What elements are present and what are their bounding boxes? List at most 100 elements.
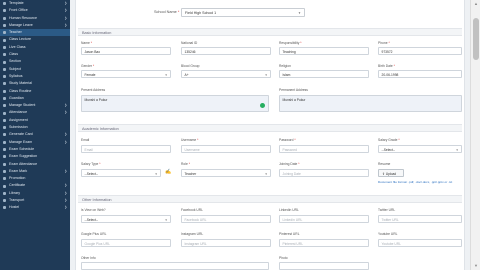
sidebar-item-class-lecture[interactable]: Class Lecture <box>0 36 70 43</box>
sidebar-item-label: Exam Mark <box>9 168 28 173</box>
birth-date-label: Birth Date * <box>378 64 395 68</box>
salary-type-select[interactable]: --Select-- ▼ <box>81 169 161 177</box>
menu-item-icon <box>3 82 6 86</box>
username-input[interactable]: Username <box>181 145 271 153</box>
menu-item-icon <box>3 191 6 195</box>
sidebar-item-class[interactable]: Class <box>0 51 70 58</box>
sidebar-item-attendance[interactable]: Attendance ❯ <box>0 109 70 116</box>
blood-group-select[interactable]: A+ ▼ <box>181 70 271 78</box>
facebook-url-input[interactable]: Facebook URL <box>181 215 271 223</box>
sidebar-item-generate-card[interactable]: Generate Card ❯ <box>0 131 70 138</box>
password-input[interactable]: Password <box>279 145 369 153</box>
menu-item-icon <box>3 169 6 173</box>
sidebar-item-label: Class Lecture <box>9 37 31 42</box>
email-label: Email <box>81 138 90 142</box>
sidebar-item-exam-mark[interactable]: Exam Mark ❯ <box>0 168 70 175</box>
sidebar-item-label: Human Resource <box>9 15 37 20</box>
sidebar-item-label: Assignment <box>9 117 28 122</box>
photo-upload-field[interactable] <box>279 262 369 270</box>
national-id-input[interactable]: 135246 <box>181 47 271 55</box>
scrollbar-thumb[interactable] <box>473 18 479 60</box>
instagram-url-input[interactable]: Instagram URL <box>181 239 271 247</box>
scroll-up-icon[interactable]: ▲ <box>473 1 479 7</box>
password-placeholder: Password <box>282 148 297 153</box>
sidebar-item-label: Promotion <box>9 176 26 181</box>
page-scrollbar[interactable]: ▲ ▼ <box>470 0 480 270</box>
grammar-check-icon[interactable] <box>260 103 265 108</box>
sidebar-item-exam-attendance[interactable]: Exam Attendance <box>0 161 70 168</box>
sidebar-item-section[interactable]: Section <box>0 58 70 65</box>
sidebar-item-study-material[interactable]: Study Material <box>0 80 70 87</box>
salary-grade-select[interactable]: --Select-- ▼ <box>378 145 462 153</box>
sidebar-item-label: Manage Student <box>9 103 36 108</box>
sidebar-item-human-resource[interactable]: Human Resource ❯ <box>0 15 70 22</box>
username-placeholder: Username <box>184 148 200 153</box>
permanent-address-textarea[interactable]: Munshi a Pukur <box>279 95 462 112</box>
sidebar-item-label: Syllabus <box>9 73 23 78</box>
religion-input[interactable]: Islam <box>279 70 369 78</box>
is-view-web-select[interactable]: --Select-- ▼ <box>81 215 171 223</box>
gender-select[interactable]: Female ▼ <box>81 70 171 78</box>
sidebar-item-library[interactable]: Library ❯ <box>0 190 70 197</box>
chevron-right-icon: ❯ <box>64 103 67 108</box>
sidebar-item-manage-student[interactable]: Manage Student ❯ <box>0 102 70 109</box>
sidebar-item-manage-exam[interactable]: Manage Exam ❯ <box>0 139 70 146</box>
chevron-down-icon: ▼ <box>455 148 459 152</box>
email-input[interactable]: Email <box>81 145 171 153</box>
sidebar-item-subject[interactable]: Subject <box>0 66 70 73</box>
sidebar-item-label: Exam Suggestion <box>9 154 38 159</box>
sidebar-item-exam-suggestion[interactable]: Exam Suggestion <box>0 153 70 160</box>
resume-format-hint: Document file format: .pdf, .doc/.docx, … <box>378 180 453 184</box>
sidebar-item-guardian[interactable]: Guardian <box>0 95 70 102</box>
google-plus-url-input[interactable]: Google Plus URL <box>81 239 171 247</box>
youtube-url-input[interactable]: Youtube URL <box>378 239 462 247</box>
birth-date-input[interactable]: 20-06-1998 <box>378 70 462 78</box>
present-address-label: Present Address <box>81 88 106 92</box>
school-name-select[interactable]: Field High School 1 ▼ <box>181 7 305 17</box>
name-label-text: Name <box>81 41 90 45</box>
sidebar-item-syllabus[interactable]: Syllabus <box>0 73 70 80</box>
sidebar-item-submission[interactable]: Submission <box>0 124 70 131</box>
youtube-url-placeholder: Youtube URL <box>381 242 402 247</box>
sidebar-item-hostel[interactable]: Hostel ❯ <box>0 204 70 211</box>
menu-item-icon <box>3 155 6 159</box>
facebook-url-label: Facebook URL <box>181 208 203 212</box>
sidebar-item-class-routine[interactable]: Class Routine <box>0 88 70 95</box>
sidebar-item-live-class[interactable]: Live Class <box>0 44 70 51</box>
sidebar-item-assignment[interactable]: Assignment <box>0 117 70 124</box>
linkedin-url-input[interactable]: Linkedin URL <box>279 215 369 223</box>
name-input[interactable]: Jason Bao <box>81 47 171 55</box>
menu-item-icon <box>3 162 6 166</box>
sidebar-item-template[interactable]: Template ❯ <box>0 0 70 7</box>
other-information-header: Other Information <box>78 195 462 203</box>
sidebar-item-teacher[interactable]: Teacher <box>0 29 70 37</box>
menu-item-icon <box>3 184 6 188</box>
menu-item-icon <box>3 31 6 35</box>
phone-input[interactable]: 973572 <box>378 47 462 55</box>
google-plus-url-placeholder: Google Plus URL <box>84 242 110 247</box>
role-select[interactable]: Teacher ▼ <box>181 169 271 177</box>
sidebar-item-exam-schedule[interactable]: Exam Schedule <box>0 146 70 153</box>
sidebar-item-certificate[interactable]: Certificate ❯ <box>0 182 70 189</box>
sidebar-item-transport[interactable]: Transport ❯ <box>0 197 70 204</box>
basic-information-header: Basic Information <box>78 28 462 36</box>
sidebar-item-promotion[interactable]: Promotion <box>0 175 70 182</box>
other-info-textarea[interactable] <box>81 262 269 270</box>
responsibility-input[interactable]: Teaching <box>279 47 369 55</box>
salary-grade-value: --Select-- <box>381 148 396 153</box>
youtube-url-label: Youtube URL <box>378 232 398 236</box>
resume-upload-button[interactable]: ⇪ Upload <box>378 169 404 177</box>
scroll-down-icon[interactable]: ▼ <box>473 263 479 269</box>
present-address-textarea[interactable]: Munshi a Pukur <box>81 95 269 112</box>
menu-item-icon <box>3 111 6 115</box>
pinterest-url-input[interactable]: Pinterest URL <box>279 239 369 247</box>
menu-item-icon <box>3 140 6 144</box>
is-view-web-label: Is View on Web? <box>81 208 106 212</box>
responsibility-value: Teaching <box>282 50 296 55</box>
sidebar-item-front-office[interactable]: Front Office ❯ <box>0 7 70 14</box>
joining-date-input[interactable]: Joining Date <box>279 169 369 177</box>
twitter-url-input[interactable]: Twitter URL <box>378 215 462 223</box>
chevron-right-icon: ❯ <box>64 183 67 188</box>
chevron-right-icon: ❯ <box>64 22 67 27</box>
sidebar-item-manage-leave[interactable]: Manage Leave ❯ <box>0 22 70 29</box>
